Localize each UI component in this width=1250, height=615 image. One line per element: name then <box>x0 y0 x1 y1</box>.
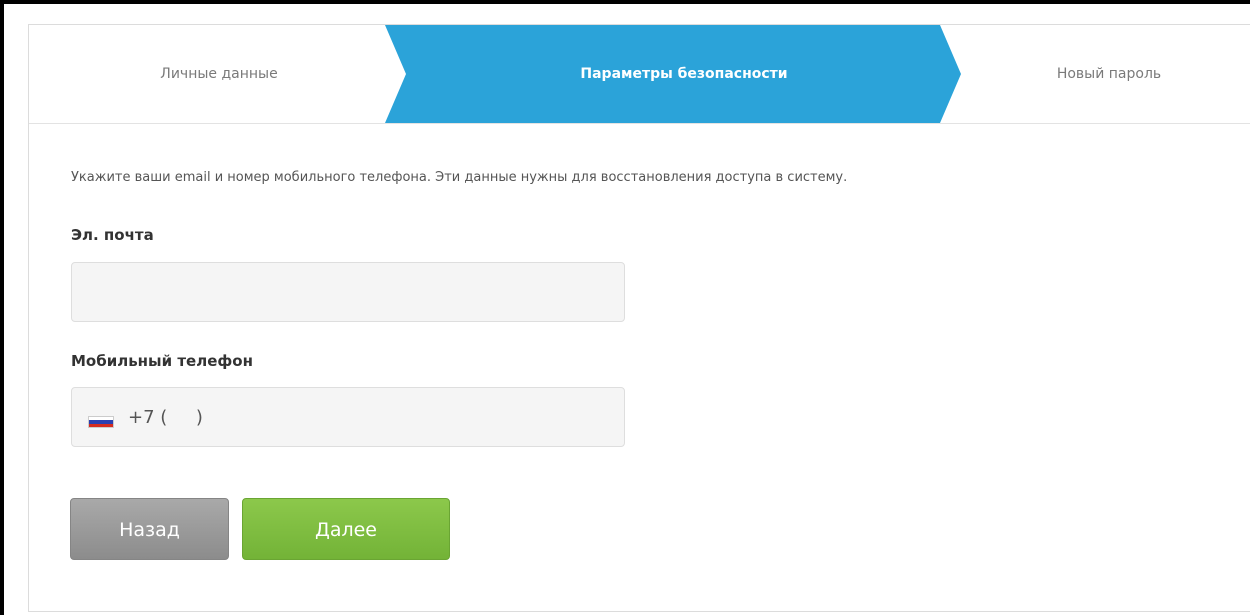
step-new-password: Новый пароль <box>1056 66 1162 82</box>
email-field[interactable] <box>71 262 625 322</box>
step-progress-bar: Личные данные Параметры безопасности Нов… <box>29 25 1250 124</box>
phone-field[interactable]: +7 ( ) <box>71 387 625 447</box>
phone-label: Мобильный телефон <box>71 352 253 370</box>
recovery-form-card: Личные данные Параметры безопасности Нов… <box>28 24 1250 612</box>
window-frame: Личные данные Параметры безопасности Нов… <box>0 0 1250 615</box>
step-personal-data: Личные данные <box>160 66 278 82</box>
next-button[interactable]: Далее <box>242 498 450 560</box>
instruction-text: Укажите ваши email и номер мобильного те… <box>71 170 848 185</box>
back-button[interactable]: Назад <box>70 498 229 560</box>
step-security-params: Параметры безопасности <box>580 66 788 82</box>
russia-flag-icon[interactable] <box>88 416 114 428</box>
email-label: Эл. почта <box>71 226 154 244</box>
phone-input[interactable]: +7 ( ) <box>128 388 203 448</box>
email-input[interactable] <box>72 263 624 321</box>
